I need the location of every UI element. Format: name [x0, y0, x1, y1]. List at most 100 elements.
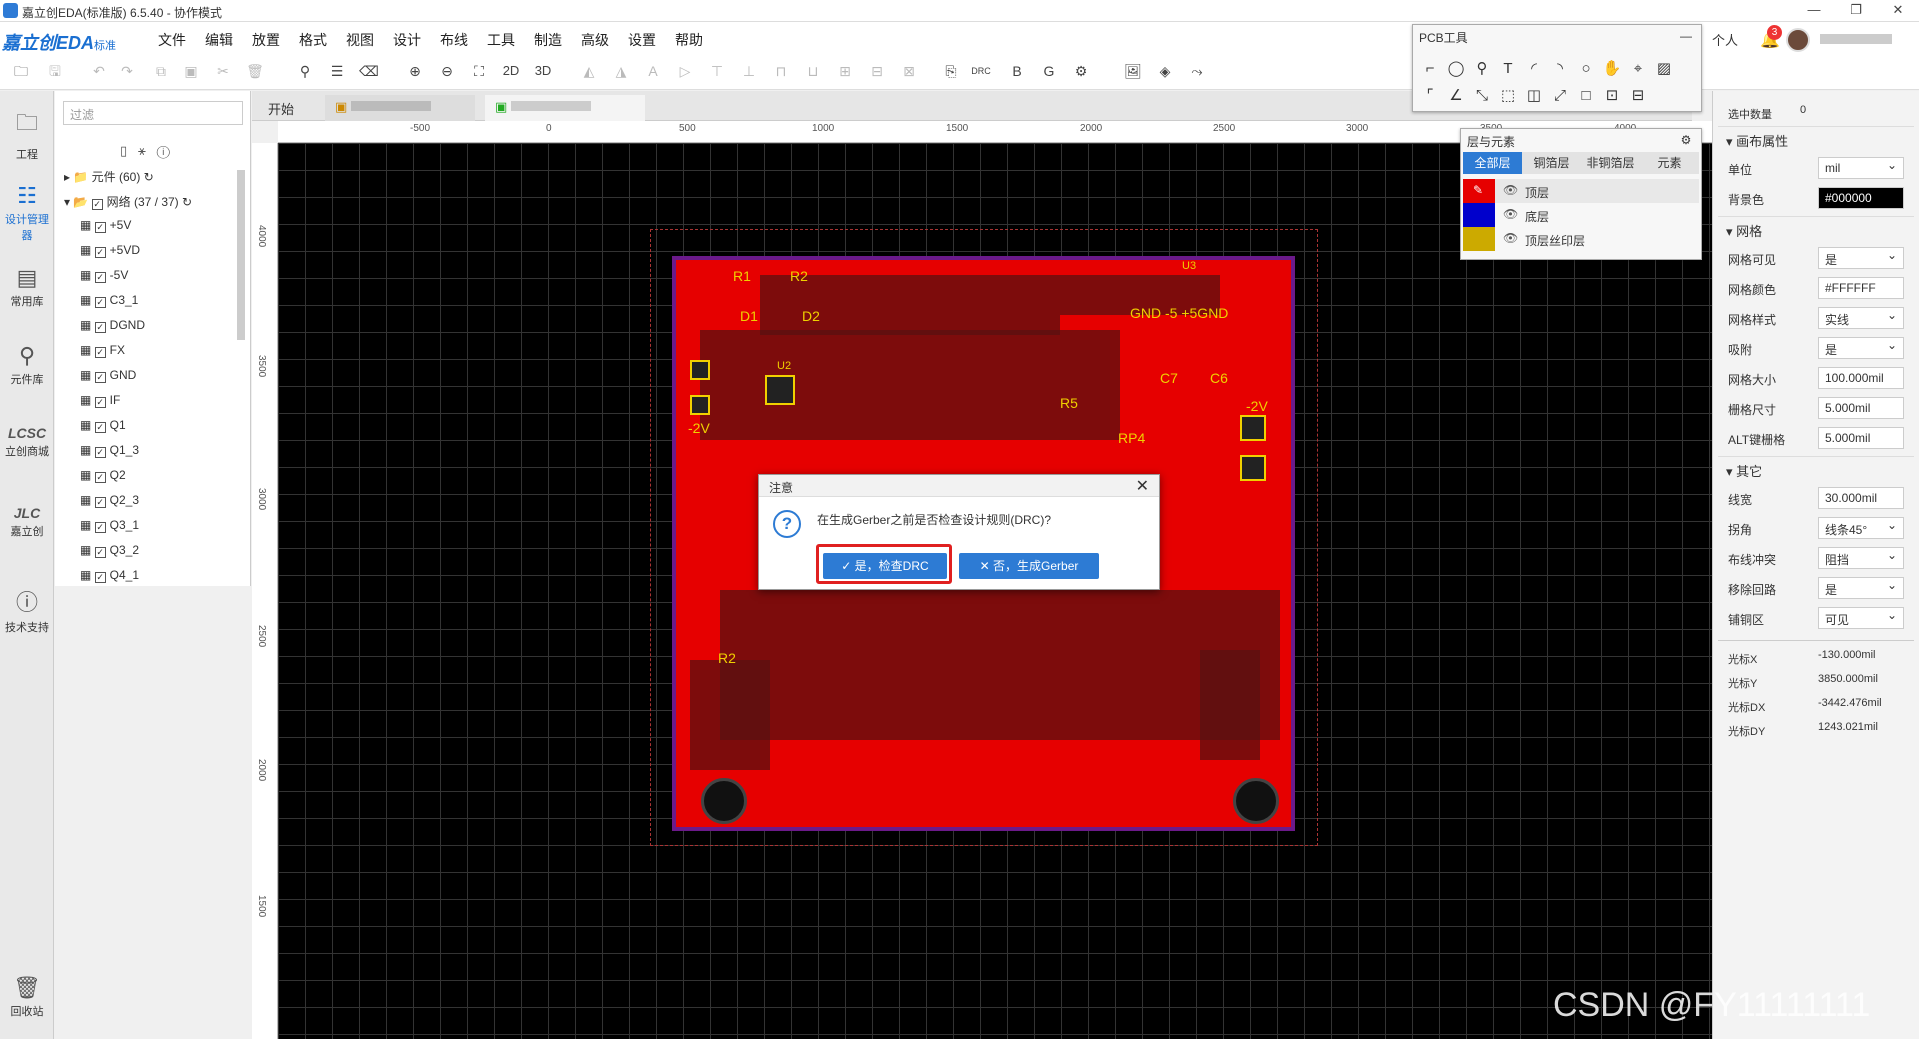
dimension-icon[interactable]: ⤡ — [1471, 85, 1493, 107]
pad[interactable] — [1240, 415, 1266, 441]
snap-select[interactable]: 是 — [1818, 337, 1904, 359]
track-icon[interactable]: ⌐ — [1419, 58, 1441, 80]
sidebar-item-project[interactable]: 🗀 工程 — [0, 106, 54, 162]
checkbox[interactable]: ✓ — [94, 547, 106, 558]
remove-loop-select[interactable]: 是 — [1818, 577, 1904, 599]
save-icon[interactable]: 🖫 — [44, 60, 66, 82]
menu-settings[interactable]: 设置 — [628, 30, 656, 50]
close-window-button[interactable]: ✕ — [1877, 0, 1919, 22]
menu-route[interactable]: 布线 — [440, 30, 468, 50]
mounting-hole[interactable] — [1233, 778, 1279, 824]
net-item[interactable]: ▦ ✓ Q1_3 — [80, 443, 139, 463]
import-icon[interactable]: ⎘ — [940, 60, 962, 82]
grid-color-input[interactable]: #FFFFFF — [1818, 277, 1904, 299]
sidebar-item-jlc[interactable]: JLC 嘉立创 — [0, 505, 54, 539]
tab-start[interactable]: 开始 — [258, 95, 304, 121]
pan-hand-icon[interactable]: ✋ — [1601, 58, 1623, 80]
pad-icon[interactable]: ◯ — [1445, 58, 1467, 80]
line-width-input[interactable]: 30.000mil — [1818, 487, 1904, 509]
align-bottom-icon[interactable]: ⊥ — [738, 60, 760, 82]
sidebar-item-trash[interactable]: 🗑 回收站 — [0, 975, 54, 1019]
drc-icon[interactable]: DRC — [966, 60, 996, 82]
align-center-icon[interactable]: ⊓ — [770, 60, 792, 82]
region-icon[interactable]: ⬚ — [1497, 85, 1519, 107]
menu-fabrication[interactable]: 制造 — [534, 30, 562, 50]
tab-non-copper-layers[interactable]: 非铜箔层 — [1581, 152, 1640, 174]
ic-chip[interactable] — [765, 375, 795, 405]
checkbox[interactable]: ✓ — [94, 397, 106, 408]
sidebar-item-design-manager[interactable]: ☷ 设计管理器 — [0, 183, 54, 243]
distribute-icon[interactable]: ⊔ — [802, 60, 824, 82]
grid-size-input[interactable]: 100.000mil — [1818, 367, 1904, 389]
pour-select[interactable]: 可见 — [1818, 607, 1904, 629]
layer-color-swatch[interactable] — [1463, 203, 1495, 227]
checkbox[interactable]: ✓ — [94, 522, 106, 533]
tree-components[interactable]: ▸ 📁 元件 (60) ↻ — [64, 168, 154, 188]
net-item[interactable]: ▦ ✓ Q3_2 — [80, 543, 139, 563]
sidebar-item-lcsc[interactable]: LCSC 立创商城 — [0, 425, 54, 459]
nav-scrollbar[interactable] — [237, 170, 245, 340]
tree-nets[interactable]: ▾ 📂 ✓ 网络 (37 / 37) ↻ — [64, 193, 192, 213]
solid-region-icon[interactable]: ◫ — [1523, 85, 1545, 107]
panel-minimize-icon[interactable]: — — [1675, 25, 1697, 47]
menu-help[interactable]: 帮助 — [675, 30, 703, 50]
layer-color-swatch[interactable]: ✎ — [1463, 179, 1495, 203]
user-menu[interactable]: 个人 — [1712, 30, 1738, 49]
text-icon[interactable]: T — [1497, 58, 1519, 80]
restore-button[interactable]: ❐ — [1835, 0, 1877, 22]
grid-style-select[interactable]: 实线 — [1818, 307, 1904, 329]
zoom-in-icon[interactable]: ⊕ — [404, 60, 426, 82]
background-color-input[interactable]: #000000 — [1818, 187, 1904, 209]
net-item[interactable]: ▦ ✓ -5V — [80, 268, 128, 288]
tab-elements[interactable]: 元素 — [1640, 152, 1699, 174]
canvas-origin-icon[interactable]: ⊟ — [1627, 85, 1649, 107]
checkbox[interactable]: ✓ — [94, 447, 106, 458]
net-item[interactable]: ▦ ✓ Q2_3 — [80, 493, 139, 513]
net-item[interactable]: ▦ ✓ DGND — [80, 318, 145, 338]
net-item[interactable]: ▦ ✓ GND — [80, 368, 136, 388]
tab-copper-layers[interactable]: 铜箔层 — [1522, 152, 1581, 174]
net-item[interactable]: ▦ ✓ C3_1 — [80, 293, 138, 313]
layer-color-swatch[interactable] — [1463, 227, 1495, 251]
menu-file[interactable]: 文件 — [158, 30, 186, 50]
rect-icon[interactable]: ⌜ — [1419, 85, 1441, 107]
menu-place[interactable]: 放置 — [252, 30, 280, 50]
checkbox[interactable]: ✓ — [94, 322, 106, 333]
menu-advanced[interactable]: 高级 — [581, 30, 609, 50]
eye-icon[interactable]: 👁 — [1503, 183, 1518, 197]
sidebar-item-support[interactable]: ⓘ 技术支持 — [0, 585, 54, 635]
copy-icon[interactable]: ⧉ — [150, 60, 172, 82]
eye-icon[interactable]: 👁 — [1503, 207, 1518, 221]
menu-view[interactable]: 视图 — [346, 30, 374, 50]
layer-row-top-silk[interactable]: 👁 顶层丝印层 — [1463, 227, 1699, 251]
conflict-select[interactable]: 阻挡 — [1818, 547, 1904, 569]
hole-icon[interactable]: ⤢ — [1549, 85, 1571, 107]
fit-icon[interactable]: ⛶ — [468, 60, 490, 82]
net-item[interactable]: ▦ ✓ Q3_1 — [80, 518, 139, 538]
layer-row-bottom[interactable]: 👁 底层 — [1463, 203, 1699, 227]
open-icon[interactable]: 🗀 — [10, 60, 32, 82]
arc-icon[interactable]: ◜ — [1523, 58, 1545, 80]
net-item[interactable]: ▦ ✓ +5V — [80, 218, 131, 238]
align-top-icon[interactable]: ⊤ — [706, 60, 728, 82]
tab-schematic[interactable]: ▣ — [325, 95, 475, 121]
copper-area-icon[interactable]: ⌖ — [1627, 58, 1649, 80]
checkbox[interactable]: ✓ — [94, 422, 106, 433]
delete-icon[interactable]: 🗑 — [244, 60, 266, 82]
checkbox[interactable]: ✓ — [94, 372, 106, 383]
panel-tool-icons[interactable]: ▯ ⚹ ⓘ — [120, 143, 170, 159]
eye-icon[interactable]: 👁 — [1503, 231, 1518, 245]
tab-all-layers[interactable]: 全部层 — [1463, 152, 1522, 174]
checkbox[interactable]: ✓ — [94, 472, 106, 483]
checkbox[interactable]: ✓ — [94, 272, 106, 283]
redo-icon[interactable]: ↷ — [116, 60, 138, 82]
flip-icon[interactable]: ▷ — [674, 60, 696, 82]
sidebar-item-components[interactable]: ⚲ 元件库 — [0, 343, 54, 387]
layer-row-top[interactable]: ✎ 👁 顶层 — [1463, 179, 1699, 203]
checkbox[interactable]: ✓ — [91, 199, 103, 210]
section-canvas[interactable]: ▾ 画布属性 — [1718, 126, 1914, 150]
menu-tools[interactable]: 工具 — [487, 30, 515, 50]
filter-input[interactable]: 过滤 — [63, 101, 243, 125]
snap-size-input[interactable]: 5.000mil — [1818, 397, 1904, 419]
angle-icon[interactable]: ∠ — [1445, 85, 1467, 107]
